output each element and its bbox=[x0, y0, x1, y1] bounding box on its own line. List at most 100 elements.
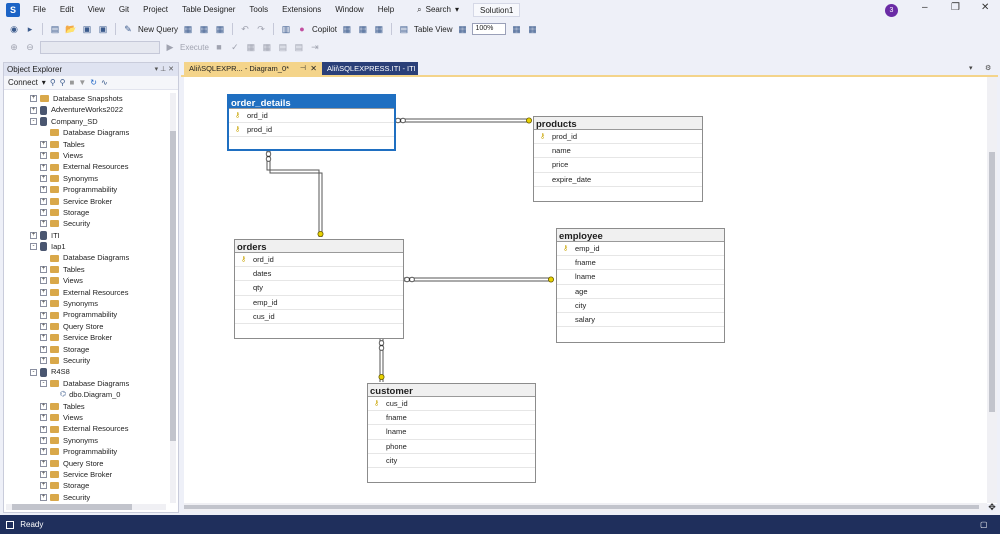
menu-item-extensions[interactable]: Extensions bbox=[275, 0, 328, 20]
connect-icon[interactable]: ⊕ bbox=[8, 41, 20, 53]
column-row[interactable]: city bbox=[557, 299, 724, 313]
column-row[interactable]: emp_id bbox=[235, 296, 403, 310]
tree-node[interactable]: - Iap1 bbox=[4, 241, 170, 252]
pin-icon[interactable]: ⊣ bbox=[300, 62, 306, 75]
column-row[interactable]: lname bbox=[557, 270, 724, 285]
disconnect-icon[interactable]: ⚲ bbox=[60, 78, 66, 87]
activity-monitor-icon[interactable]: ▥ bbox=[280, 23, 292, 35]
menu-item-help[interactable]: Help bbox=[371, 0, 401, 20]
tree-node[interactable]: + Programmability bbox=[4, 184, 170, 195]
expand-icon[interactable]: + bbox=[40, 436, 47, 444]
tree-node[interactable]: + Programmability bbox=[4, 446, 170, 457]
parse-icon[interactable]: ✓ bbox=[229, 41, 241, 53]
search-button[interactable]: ⌕ Search ▾ bbox=[411, 2, 465, 18]
tree-node[interactable]: Database Diagrams bbox=[4, 252, 170, 263]
table-employee[interactable]: employee ⚷ emp_id fname lname age city salary bbox=[556, 228, 725, 343]
query-db-icon-3[interactable]: ▦ bbox=[214, 23, 226, 35]
tree-node[interactable]: + Synonyms bbox=[4, 173, 170, 184]
expand-icon[interactable]: + bbox=[40, 357, 47, 365]
tree-node[interactable]: ⌬ dbo.Diagram_0 bbox=[4, 389, 170, 400]
expand-icon[interactable]: + bbox=[40, 334, 47, 342]
tree-node[interactable]: + Security bbox=[4, 218, 170, 229]
column-row[interactable]: fname bbox=[368, 411, 535, 426]
column-row[interactable]: price bbox=[534, 158, 702, 173]
expand-icon[interactable]: + bbox=[40, 152, 47, 160]
column-row[interactable]: fname bbox=[557, 256, 724, 271]
stop-icon[interactable]: ■ bbox=[70, 78, 75, 87]
results-grid-icon[interactable]: ▦ bbox=[261, 41, 273, 53]
expand-icon[interactable]: + bbox=[40, 482, 47, 490]
expand-icon[interactable]: + bbox=[40, 209, 47, 217]
canvas-vertical-scrollbar[interactable] bbox=[987, 77, 997, 503]
column-row[interactable]: name bbox=[534, 144, 702, 159]
tree-node[interactable]: + Views bbox=[4, 150, 170, 161]
expand-icon[interactable]: + bbox=[40, 174, 47, 182]
undo-icon[interactable]: ↶ bbox=[239, 23, 251, 35]
column-row[interactable]: age bbox=[557, 285, 724, 299]
expand-icon[interactable]: + bbox=[40, 345, 47, 353]
tree-node[interactable]: + Service Broker bbox=[4, 332, 170, 343]
relationship-orders-employee[interactable] bbox=[403, 276, 554, 283]
tree-node[interactable]: + External Resources bbox=[4, 423, 170, 434]
expand-icon[interactable]: + bbox=[40, 323, 47, 330]
pan-navigator-icon[interactable]: ✥ bbox=[987, 502, 997, 512]
tree-node[interactable]: + External Resources bbox=[4, 161, 170, 172]
minimize-icon[interactable]: – bbox=[922, 2, 928, 13]
tree-node[interactable]: + Synonyms bbox=[4, 298, 170, 309]
indent-icon[interactable]: ⇥ bbox=[309, 41, 321, 53]
disconnect-icon[interactable]: ⊖ bbox=[24, 41, 36, 53]
tree-node[interactable]: + Synonyms bbox=[4, 435, 170, 446]
expand-icon[interactable]: + bbox=[40, 402, 47, 410]
table-view-dropdown[interactable]: Table View bbox=[414, 25, 453, 34]
arrange-tables-icon[interactable]: ▦ bbox=[456, 23, 468, 35]
tree-node[interactable]: + Programmability bbox=[4, 309, 170, 320]
new-query-button[interactable]: New Query bbox=[138, 25, 178, 34]
query-db-icon[interactable]: ▦ bbox=[182, 23, 194, 35]
diagram-canvas[interactable]: order_details ⚷ ord_id ⚷ prod_id products ⚷… bbox=[184, 77, 997, 504]
display-plan-icon[interactable]: ▦ bbox=[245, 41, 257, 53]
table-order-details[interactable]: order_details ⚷ ord_id ⚷ prod_id bbox=[227, 94, 396, 151]
column-row[interactable]: ⚷ prod_id bbox=[534, 130, 702, 145]
tree-node[interactable]: + Storage bbox=[4, 344, 170, 355]
table-view-icon[interactable]: ▤ bbox=[398, 23, 410, 35]
menu-item-file[interactable]: File bbox=[26, 0, 53, 20]
expand-icon[interactable]: + bbox=[40, 186, 47, 194]
new-text-annotation-icon[interactable]: ▦ bbox=[373, 23, 385, 35]
expand-icon[interactable]: + bbox=[30, 106, 37, 114]
expand-icon[interactable]: + bbox=[40, 300, 47, 308]
tree-node[interactable]: + Views bbox=[4, 412, 170, 423]
expand-icon[interactable]: + bbox=[40, 448, 47, 456]
database-select[interactable] bbox=[40, 40, 160, 54]
expand-icon[interactable]: + bbox=[40, 414, 47, 422]
connect-icon[interactable]: ⚲ bbox=[50, 78, 56, 87]
tree-node[interactable]: + Service Broker bbox=[4, 196, 170, 207]
tree-node[interactable]: + Security bbox=[4, 355, 170, 366]
column-row[interactable]: expire_date bbox=[534, 173, 702, 187]
stop-icon[interactable]: ■ bbox=[213, 41, 225, 53]
tree-node[interactable]: + Tables bbox=[4, 401, 170, 412]
relationship-orders-customer[interactable] bbox=[378, 339, 385, 382]
column-row[interactable]: ⚷ ord_id bbox=[229, 109, 394, 124]
expand-icon[interactable]: + bbox=[30, 95, 37, 103]
menu-item-view[interactable]: View bbox=[81, 0, 112, 20]
canvas-horizontal-scrollbar[interactable] bbox=[184, 503, 987, 511]
menu-item-table-designer[interactable]: Table Designer bbox=[175, 0, 242, 20]
column-row[interactable]: city bbox=[368, 454, 535, 468]
close-icon[interactable]: ✕ bbox=[981, 2, 989, 13]
filter-icon[interactable]: ▼ bbox=[78, 78, 86, 87]
table-orders[interactable]: orders ⚷ ord_id dates qty emp_id cus_id bbox=[234, 239, 404, 339]
uncomment-icon[interactable]: ▤ bbox=[293, 41, 305, 53]
save-icon[interactable]: ▣ bbox=[81, 23, 93, 35]
refresh-icon[interactable]: ↻ bbox=[90, 78, 97, 87]
menu-item-project[interactable]: Project bbox=[136, 0, 175, 20]
relationship-orderdetails-orders[interactable] bbox=[265, 151, 324, 237]
collapse-icon[interactable]: - bbox=[30, 243, 37, 251]
tab-diagram[interactable]: Alii\SQLEXPR... - Diagram_0* ⊣ ✕ bbox=[184, 62, 322, 75]
column-row[interactable]: qty bbox=[235, 281, 403, 296]
zoom-select[interactable]: 100% bbox=[472, 23, 507, 35]
tree-node[interactable]: + AdventureWorks2022 bbox=[4, 104, 170, 115]
panel-pin-close-icons[interactable]: ▾ ⊥ ✕ bbox=[155, 63, 174, 76]
relationship-orderdetails-products[interactable] bbox=[395, 117, 532, 124]
tree-node[interactable]: + Storage bbox=[4, 480, 170, 491]
table-customer[interactable]: customer ⚷ cus_id fname lname phone city bbox=[367, 383, 536, 483]
